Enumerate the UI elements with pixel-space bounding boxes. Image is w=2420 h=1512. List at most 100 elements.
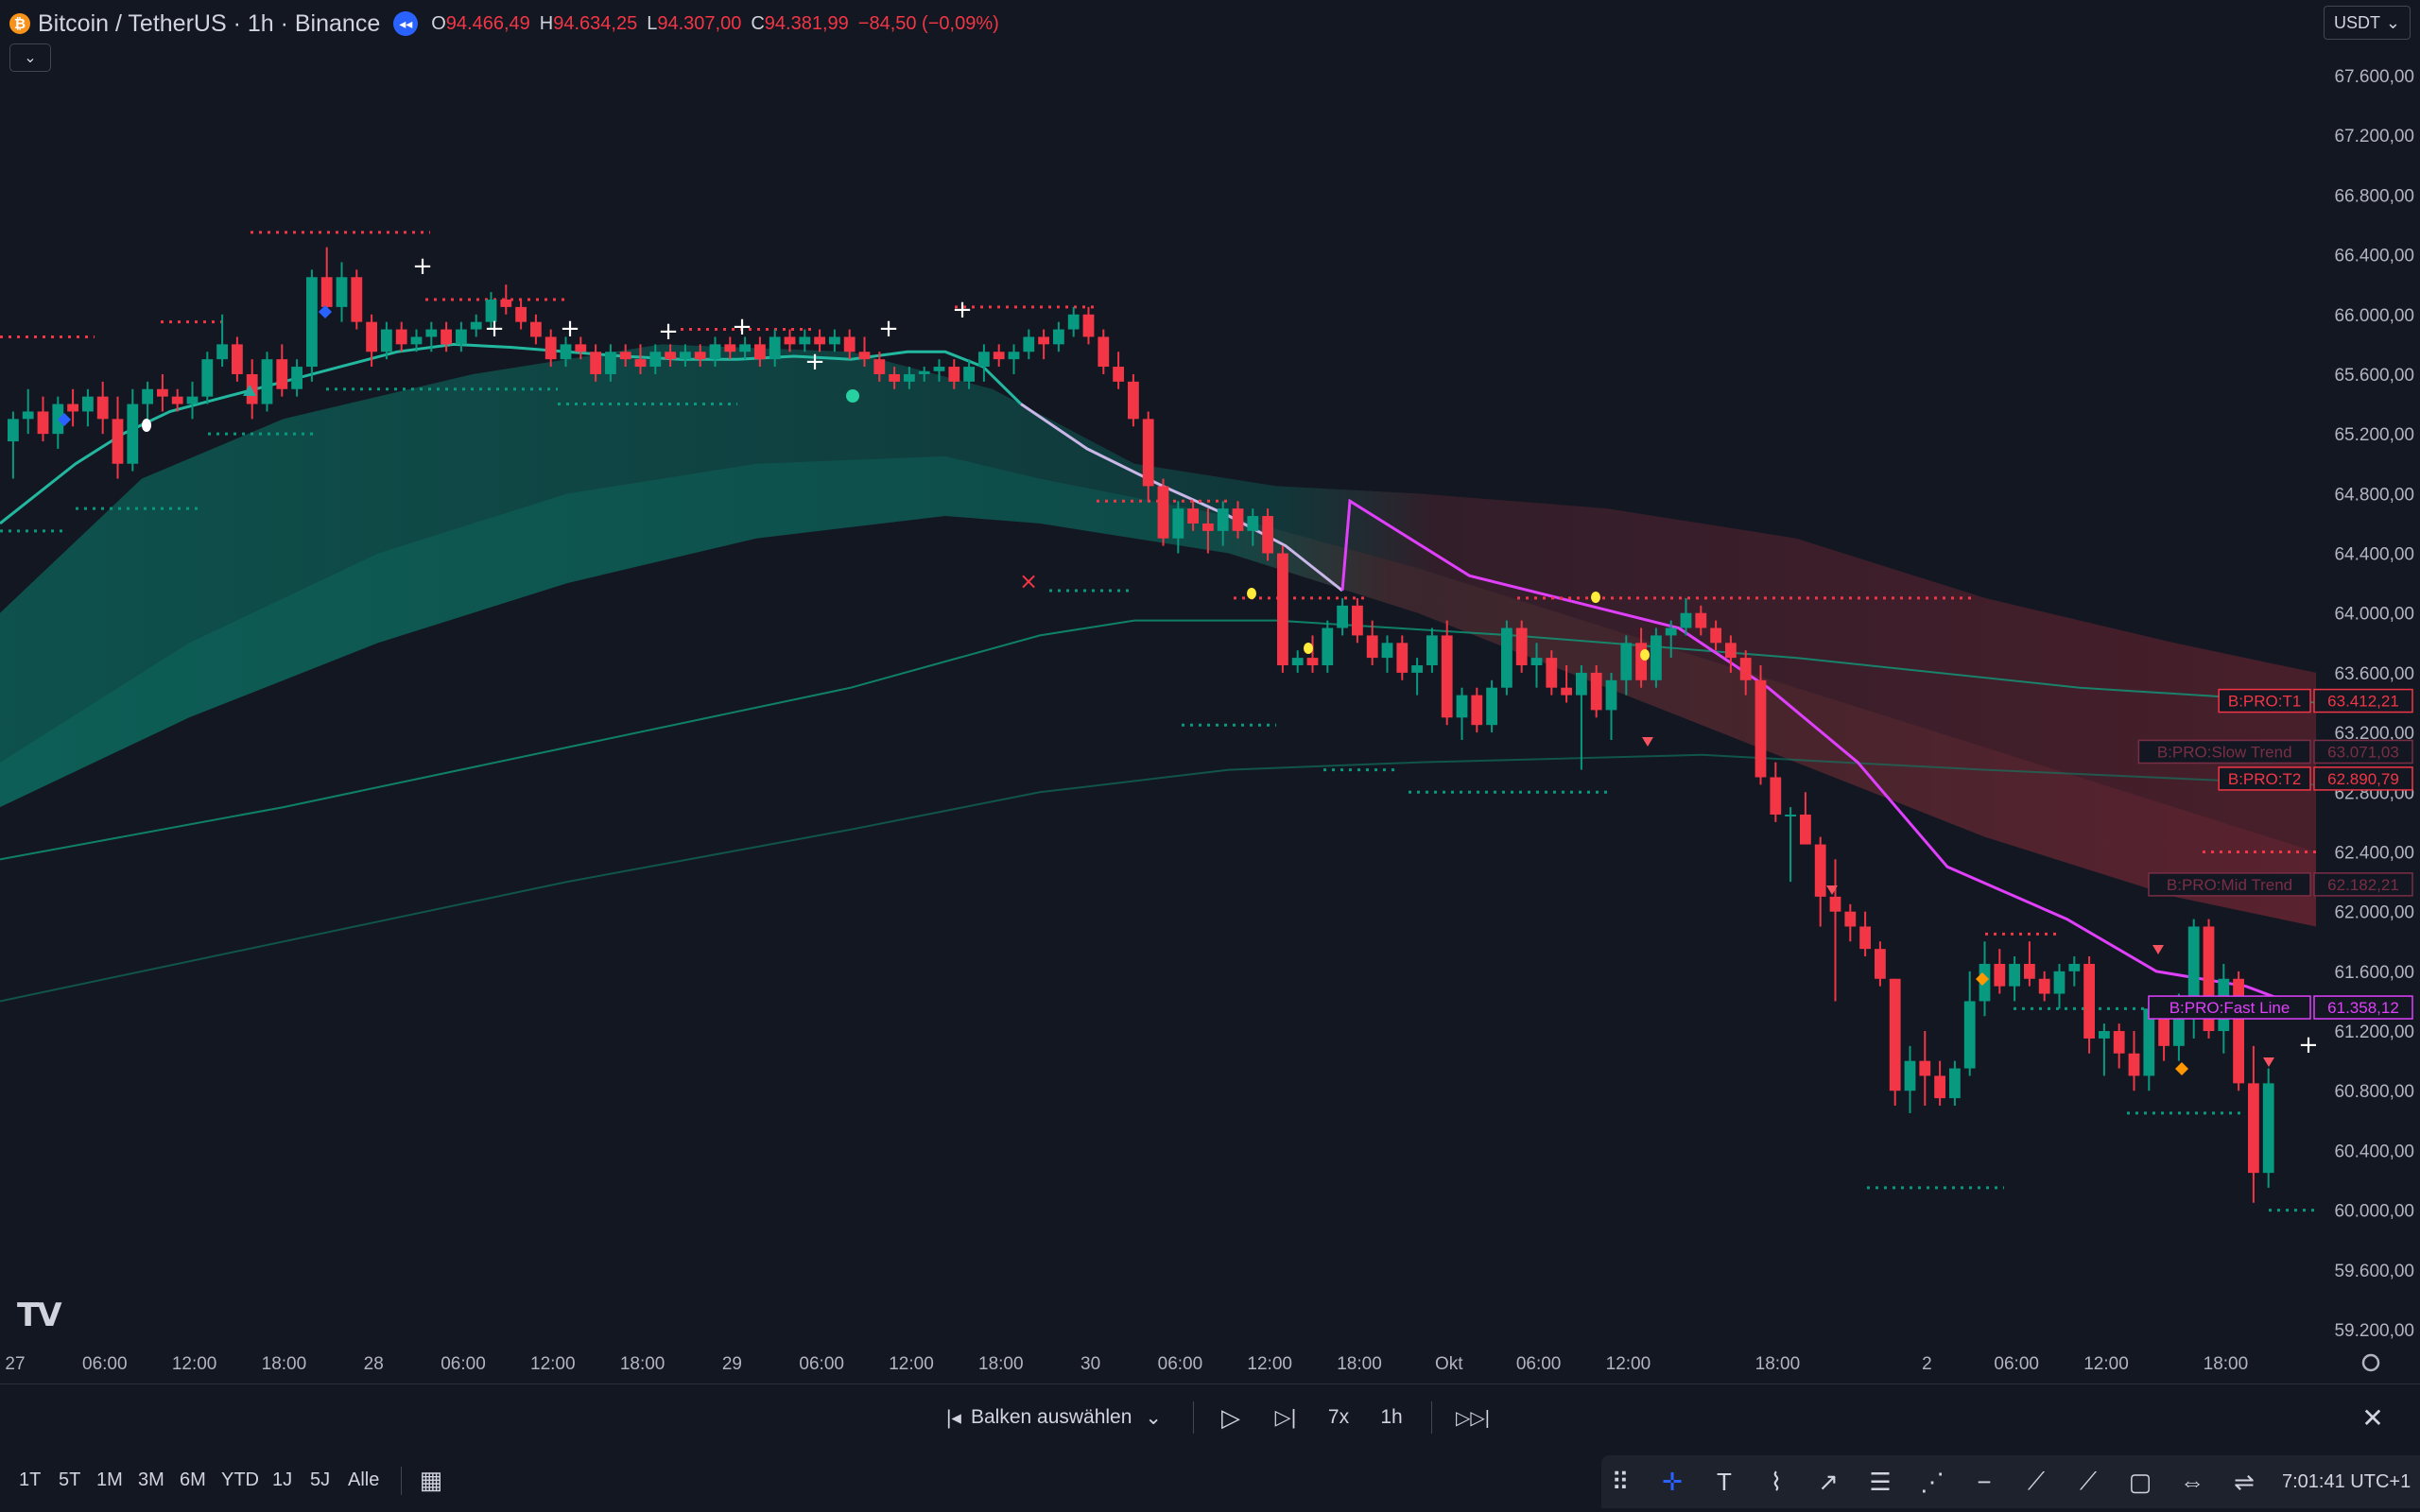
- candle-body[interactable]: [96, 396, 109, 420]
- candle[interactable]: [2009, 956, 2020, 1002]
- replay-icon[interactable]: ◂◂: [393, 11, 419, 36]
- candle[interactable]: [2083, 956, 2095, 1054]
- time-tick-label[interactable]: 18:00: [978, 1354, 1024, 1374]
- candle[interactable]: [1829, 859, 1841, 1002]
- candle[interactable]: [1038, 329, 1049, 360]
- candle[interactable]: [112, 396, 124, 479]
- time-tick-label[interactable]: 18:00: [262, 1354, 307, 1374]
- candle[interactable]: [1889, 978, 1901, 1107]
- candle-body[interactable]: [216, 344, 228, 360]
- candle[interactable]: [1082, 306, 1095, 345]
- candle-body[interactable]: [605, 352, 616, 374]
- candle-body[interactable]: [2187, 926, 2200, 1002]
- candle-body[interactable]: [575, 344, 587, 352]
- candle-body[interactable]: [1949, 1068, 1961, 1099]
- price-tick-label[interactable]: 62.400,00: [2334, 843, 2414, 863]
- timeframe-ytd[interactable]: YTD: [221, 1463, 259, 1497]
- candle-body[interactable]: [1113, 367, 1124, 382]
- candle[interactable]: [1919, 1031, 1931, 1107]
- replay-interval-button[interactable]: 1h: [1373, 1384, 1410, 1451]
- candle-body[interactable]: [709, 344, 721, 360]
- candle-body[interactable]: [1337, 605, 1348, 628]
- candle[interactable]: [993, 344, 1005, 368]
- candle-body[interactable]: [769, 336, 781, 360]
- time-tick-label[interactable]: 06:00: [441, 1354, 486, 1374]
- candle-body[interactable]: [456, 329, 467, 345]
- candle[interactable]: [1651, 627, 1662, 688]
- candle-body[interactable]: [993, 352, 1005, 360]
- candle[interactable]: [1277, 545, 1288, 673]
- candle-body[interactable]: [127, 404, 139, 464]
- price-tick-label[interactable]: 67.600,00: [2334, 67, 2414, 87]
- candle-body[interactable]: [515, 306, 527, 322]
- candle-body[interactable]: [381, 329, 392, 352]
- candle-body[interactable]: [320, 277, 333, 307]
- candle-body[interactable]: [2233, 978, 2244, 1084]
- price-tick-label[interactable]: 63.600,00: [2334, 664, 2414, 684]
- candle[interactable]: [37, 396, 49, 442]
- candle-body[interactable]: [2053, 971, 2066, 994]
- candle-body[interactable]: [1291, 658, 1304, 666]
- candle-body[interactable]: [889, 373, 900, 382]
- candle-body[interactable]: [1082, 314, 1095, 337]
- candle[interactable]: [829, 329, 840, 352]
- candle[interactable]: [2187, 919, 2200, 1039]
- candle[interactable]: [1008, 344, 1020, 374]
- candle[interactable]: [1844, 903, 1857, 942]
- step-forward-icon[interactable]: ▷|: [1265, 1384, 1306, 1451]
- candle-body[interactable]: [1994, 963, 2006, 987]
- candle[interactable]: [2068, 956, 2081, 987]
- candle-body[interactable]: [680, 352, 691, 360]
- candle-body[interactable]: [784, 336, 796, 345]
- time-tick-label[interactable]: 12:00: [1247, 1354, 1292, 1374]
- candle-body[interactable]: [1352, 605, 1363, 636]
- candle[interactable]: [1322, 620, 1334, 673]
- candle-body[interactable]: [1889, 978, 1901, 1091]
- candle[interactable]: [276, 344, 288, 397]
- horizontal-line-icon[interactable]: −: [1965, 1463, 2003, 1501]
- candle[interactable]: [1501, 620, 1512, 696]
- time-tick-label[interactable]: 2: [1922, 1354, 1932, 1374]
- candle[interactable]: [336, 262, 348, 322]
- timeframe-3m[interactable]: 3M: [138, 1463, 164, 1497]
- price-tick-label[interactable]: 66.800,00: [2334, 186, 2414, 206]
- candle-body[interactable]: [1770, 777, 1782, 815]
- candle[interactable]: [1754, 665, 1767, 785]
- candle[interactable]: [351, 269, 363, 330]
- candle-body[interactable]: [425, 329, 438, 337]
- candle[interactable]: [157, 373, 168, 412]
- price-tick-label[interactable]: 60.800,00: [2334, 1082, 2414, 1102]
- candle-body[interactable]: [843, 336, 856, 352]
- time-tick-label[interactable]: 12:00: [1606, 1354, 1651, 1374]
- candle[interactable]: [22, 388, 34, 435]
- ray-icon[interactable]: ⟋: [2069, 1463, 2107, 1501]
- price-tick-label[interactable]: 60.400,00: [2334, 1142, 2414, 1161]
- candle[interactable]: [1352, 597, 1363, 644]
- candle[interactable]: [8, 411, 19, 479]
- candle[interactable]: [1875, 941, 1886, 987]
- candle[interactable]: [2203, 919, 2215, 1039]
- candle-body[interactable]: [186, 396, 199, 404]
- rectangle-icon[interactable]: ▢: [2121, 1463, 2159, 1501]
- candle-body[interactable]: [1963, 1001, 1976, 1069]
- forecast-icon[interactable]: ⇌: [2225, 1463, 2263, 1501]
- candle-body[interactable]: [1038, 336, 1049, 345]
- candle[interactable]: [1859, 911, 1871, 957]
- select-bars-button[interactable]: |◂ Balken auswählen ⌄: [936, 1384, 1172, 1451]
- candle[interactable]: [1128, 373, 1139, 427]
- candle-body[interactable]: [232, 344, 243, 374]
- candle-body[interactable]: [1635, 643, 1647, 680]
- time-tick-label[interactable]: 28: [364, 1354, 384, 1374]
- candle-body[interactable]: [1620, 643, 1633, 680]
- price-tick-label[interactable]: 66.400,00: [2334, 247, 2414, 266]
- candle-body[interactable]: [2113, 1031, 2125, 1054]
- candle-body[interactable]: [291, 367, 302, 389]
- candle-body[interactable]: [1471, 695, 1483, 726]
- candle[interactable]: [127, 388, 139, 472]
- candle[interactable]: [978, 344, 990, 382]
- price-tick-label[interactable]: 61.200,00: [2334, 1022, 2414, 1042]
- timeframe-alle[interactable]: Alle: [348, 1463, 379, 1497]
- candle[interactable]: [1262, 508, 1273, 561]
- time-tick-label[interactable]: 18:00: [620, 1354, 666, 1374]
- candle[interactable]: [1486, 679, 1497, 733]
